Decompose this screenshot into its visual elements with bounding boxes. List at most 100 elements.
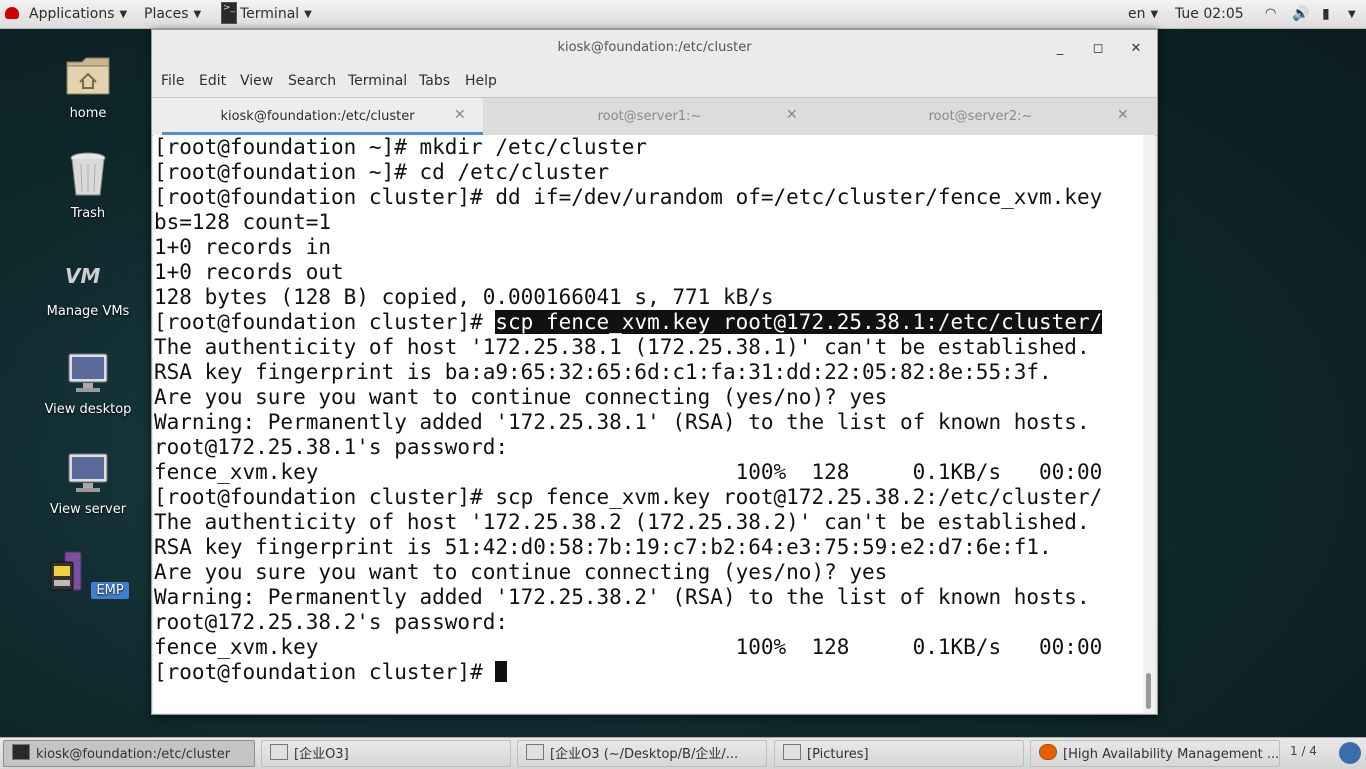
prompt-text: [root@foundation cluster]# xyxy=(154,310,496,334)
terminal-line: [root@foundation cluster]# dd if=/dev/ur… xyxy=(154,185,1103,209)
terminal-line: RSA key fingerprint is ba:a9:65:32:65:6d… xyxy=(154,360,1052,384)
terminal-line: fence_xvm.key 100% 128 0.1KB/s 00:00 xyxy=(154,635,1103,659)
volume-icon[interactable]: 🔊 xyxy=(1292,0,1309,28)
terminal-window: kiosk@foundation:/etc/cluster _ ◻ ✕ File… xyxy=(151,29,1158,715)
menu-search[interactable]: Search xyxy=(288,73,336,89)
chevron-down-icon[interactable]: ▼ xyxy=(1348,9,1356,20)
tab-kiosk-foundation[interactable]: kiosk@foundation:/etc/cluster ✕ xyxy=(152,98,483,135)
terminal-line: [root@foundation ~]# mkdir /etc/cluster xyxy=(154,135,648,159)
tab-root-server1[interactable]: root@server1:~ ✕ xyxy=(484,98,815,135)
terminal-line: bs=128 count=1 xyxy=(154,210,332,234)
window-list-panel: kiosk@foundation:/etc/cluster [企业O3] [企业… xyxy=(0,737,1366,769)
terminal-line: [root@foundation cluster]# scp fence_xvm… xyxy=(154,310,1103,335)
taskbar-item-terminal[interactable]: kiosk@foundation:/etc/cluster xyxy=(3,740,255,767)
terminal-line: [root@foundation cluster]# xyxy=(154,660,508,685)
desktop-icon-home[interactable]: home xyxy=(28,52,148,121)
terminal-line: The authenticity of host '172.25.38.1 (1… xyxy=(154,335,1090,359)
tab-bar: kiosk@foundation:/etc/cluster ✕ root@ser… xyxy=(152,97,1157,136)
taskbar-item-label: [Pictures] xyxy=(807,747,869,762)
close-window-button[interactable]: ✕ xyxy=(1124,38,1148,60)
text-editor-icon xyxy=(526,744,544,760)
scrollbar-thumb[interactable] xyxy=(1146,673,1151,709)
monitor-icon xyxy=(68,453,108,492)
text-cursor xyxy=(495,661,508,682)
terminal-line: [root@foundation ~]# cd /etc/cluster xyxy=(154,160,610,184)
tab-label: kiosk@foundation:/etc/cluster xyxy=(220,109,415,124)
menu-file[interactable]: File xyxy=(161,73,184,89)
taskbar-item-pictures[interactable]: [Pictures] xyxy=(774,740,1024,767)
tab-label: root@server1:~ xyxy=(597,109,702,124)
redhat-logo-icon xyxy=(5,7,19,19)
taskbar-item-label: [企业O3] xyxy=(294,747,349,762)
terminal-line: fence_xvm.key 100% 128 0.1KB/s 00:00 xyxy=(154,460,1103,484)
close-icon[interactable]: ✕ xyxy=(786,107,798,123)
trash-icon xyxy=(70,152,106,196)
terminal-scrollbar[interactable] xyxy=(1143,135,1155,713)
workspace-pager[interactable]: 1 / 4 xyxy=(1290,744,1317,758)
terminal-line: 128 bytes (128 B) copied, 0.000166041 s,… xyxy=(154,285,774,309)
desktop-icon-label: Trash xyxy=(70,206,106,221)
selected-command: scp fence_xvm.key root@172.25.38.1:/etc/… xyxy=(495,310,1103,334)
window-titlebar[interactable]: kiosk@foundation:/etc/cluster _ ◻ ✕ xyxy=(152,30,1157,68)
chevron-down-icon: ▼ xyxy=(193,9,202,20)
language-label: en xyxy=(1128,6,1146,22)
menu-tabs[interactable]: Tabs xyxy=(419,73,450,89)
places-menu[interactable]: Places ▼ xyxy=(144,0,201,28)
svg-text:VM: VM xyxy=(65,264,100,288)
vm-icon: VM xyxy=(65,264,100,288)
chevron-down-icon: ▼ xyxy=(304,9,312,20)
desktop-icon-manage-vms[interactable]: VM Manage VMs xyxy=(28,262,148,319)
terminal-line: root@172.25.38.1's password: xyxy=(154,435,509,459)
taskbar-item-label: kiosk@foundation:/etc/cluster xyxy=(36,747,231,762)
emp-icon xyxy=(50,551,82,591)
terminal-line: root@172.25.38.2's password: xyxy=(154,610,509,634)
menu-edit[interactable]: Edit xyxy=(199,73,226,89)
desktop-icon-view-server[interactable]: View server xyxy=(28,452,148,517)
applications-menu[interactable]: Applications ▼ xyxy=(29,0,127,28)
language-selector[interactable]: en ▼ xyxy=(1128,0,1158,28)
terminal-line: The authenticity of host '172.25.38.2 (1… xyxy=(154,510,1090,534)
menu-view[interactable]: View xyxy=(240,73,273,89)
desktop-icon-label: EMP xyxy=(91,582,129,599)
minimize-button[interactable]: _ xyxy=(1048,38,1072,60)
notification-icon[interactable] xyxy=(1339,742,1361,764)
taskbar-item-label: [High Availability Management ... xyxy=(1063,747,1280,762)
tab-label: root@server2:~ xyxy=(928,109,1033,124)
terminal-line: Warning: Permanently added '172.25.38.2'… xyxy=(154,585,1090,609)
terminal-app-menu[interactable]: Terminal ▼ xyxy=(240,0,312,28)
close-icon[interactable]: ✕ xyxy=(454,107,466,123)
close-icon[interactable]: ✕ xyxy=(1117,107,1129,123)
taskbar-item-qiye-o3-editor[interactable]: [企业O3 (~/Desktop/B/企业/... xyxy=(517,740,767,767)
terminal-label: Terminal xyxy=(240,6,300,22)
maximize-button[interactable]: ◻ xyxy=(1086,38,1110,60)
menu-help[interactable]: Help xyxy=(465,73,497,89)
taskbar-item-label: [企业O3 (~/Desktop/B/企业/... xyxy=(550,747,739,762)
taskbar-item-firefox[interactable]: [High Availability Management ... xyxy=(1030,740,1280,767)
chevron-down-icon: ▼ xyxy=(1150,9,1159,20)
terminal-line: Warning: Permanently added '172.25.38.1'… xyxy=(154,410,1090,434)
terminal-line: Are you sure you want to continue connec… xyxy=(154,385,888,409)
battery-icon[interactable]: ▮ xyxy=(1322,0,1330,28)
wifi-icon[interactable]: ◠ xyxy=(1265,0,1276,28)
monitor-icon xyxy=(68,353,108,392)
terminal-app-icon: >_ xyxy=(221,2,237,24)
chevron-down-icon: ▼ xyxy=(119,9,128,20)
terminal-icon xyxy=(12,744,30,760)
firefox-icon xyxy=(1039,744,1057,760)
prompt-text: [root@foundation cluster]# xyxy=(154,660,496,684)
desktop-icon-view-desktop[interactable]: View desktop xyxy=(28,352,148,417)
desktop-icon-label: View server xyxy=(49,502,127,517)
terminal-output[interactable]: [root@foundation ~]# mkdir /etc/cluster … xyxy=(153,135,1143,713)
desktop-icon-emp[interactable]: EMP xyxy=(28,550,148,599)
tab-root-server2[interactable]: root@server2:~ ✕ xyxy=(815,98,1146,135)
desktop-icon-label: Manage VMs xyxy=(46,304,130,319)
image-viewer-icon xyxy=(270,744,288,760)
taskbar-item-qiye-o3[interactable]: [企业O3] xyxy=(261,740,511,767)
menu-terminal[interactable]: Terminal xyxy=(348,73,407,89)
desktop-icon-trash[interactable]: Trash xyxy=(28,150,148,221)
clock[interactable]: Tue 02:05 xyxy=(1175,0,1244,28)
clock-label: Tue 02:05 xyxy=(1175,6,1244,22)
top-panel: Applications ▼ Places ▼ >_ Terminal ▼ en ▼ T… xyxy=(0,0,1366,29)
places-label: Places xyxy=(144,6,189,22)
terminal-line: RSA key fingerprint is 51:42:d0:58:7b:19… xyxy=(154,535,1052,559)
